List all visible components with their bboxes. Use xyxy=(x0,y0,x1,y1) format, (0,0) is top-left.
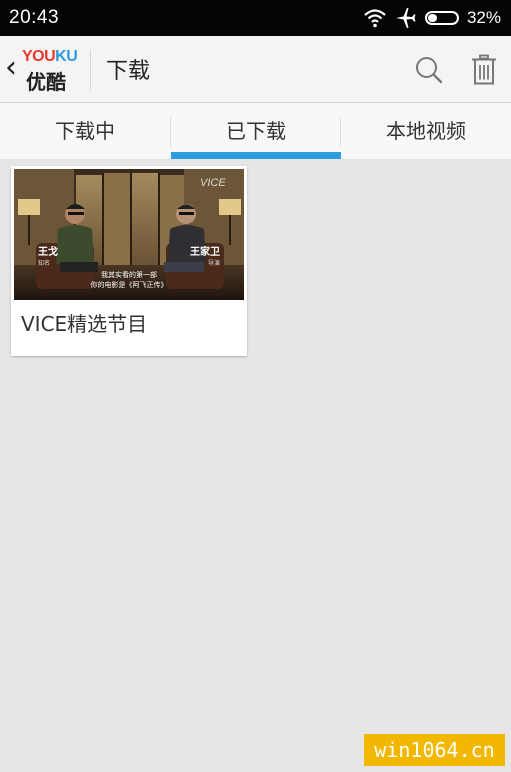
app-header: ‹ YOUKU 优酷 下载 xyxy=(0,36,511,103)
page-title: 下载 xyxy=(106,59,151,84)
thumbnail-subtitle-2: 你的电影是《阿飞正传》 xyxy=(91,280,168,289)
status-bar: 20:43 32% xyxy=(0,0,511,36)
tab-downloaded[interactable]: 已下载 xyxy=(171,103,341,159)
logo-text-en: YOUKU xyxy=(22,48,78,65)
thumbnail-name-left: 王戈 xyxy=(38,245,58,258)
video-title: VICE精选节目 xyxy=(21,312,148,336)
tab-selected-indicator xyxy=(171,152,341,159)
battery-icon xyxy=(424,11,459,25)
video-thumbnail[interactable]: VICE 王戈 知名 王家卫 导演 我其实看的第一部 你的电影是《阿飞正传》 xyxy=(14,169,244,300)
thumbnail-name-right: 王家卫 xyxy=(190,245,220,258)
logo-text-cn: 优酷 xyxy=(26,70,66,94)
back-icon[interactable]: ‹ xyxy=(5,50,17,86)
trash-icon[interactable] xyxy=(469,54,499,86)
video-card[interactable]: VICE 王戈 知名 王家卫 导演 我其实看的第一部 你的电影是《阿飞正传》 V… xyxy=(11,166,247,356)
search-icon[interactable] xyxy=(414,55,444,85)
thumbnail-corner-logo: VICE xyxy=(200,177,226,189)
site-watermark: win1064.cn xyxy=(364,734,505,766)
youku-logo[interactable]: YOUKU 优酷 xyxy=(22,48,84,94)
tab-downloading[interactable]: 下载中 xyxy=(0,103,170,159)
status-time: 20:43 xyxy=(9,7,60,28)
airplane-mode-icon xyxy=(395,8,416,28)
thumbnail-role-left: 知名 xyxy=(38,259,50,267)
battery-percent: 32% xyxy=(466,8,501,27)
status-icons: 32% xyxy=(363,6,501,30)
wifi-icon xyxy=(364,9,386,28)
thumbnail-subtitle-1: 我其实看的第一部 xyxy=(101,270,157,279)
thumbnail-role-right: 导演 xyxy=(208,259,220,267)
tab-local-videos[interactable]: 本地视频 xyxy=(341,103,511,159)
tab-bar: 下载中 已下载 本地视频 xyxy=(0,103,511,159)
video-grid: VICE 王戈 知名 王家卫 导演 我其实看的第一部 你的电影是《阿飞正传》 V… xyxy=(0,159,511,772)
header-divider xyxy=(90,50,91,90)
